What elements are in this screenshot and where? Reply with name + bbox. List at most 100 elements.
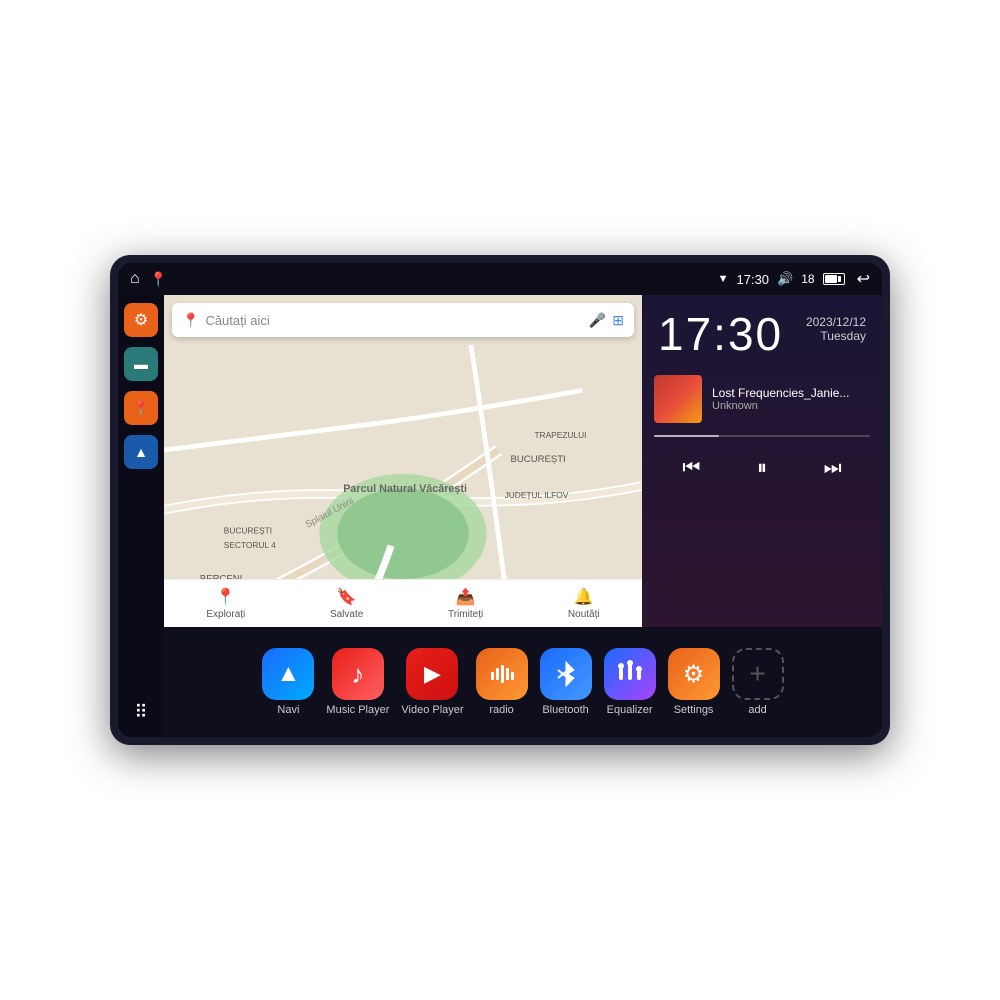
- status-right-info: ▼ 17:30 🔊 18: [718, 269, 870, 289]
- sidebar-maps-button[interactable]: 📍: [124, 391, 158, 425]
- prev-button[interactable]: ⏮: [674, 453, 708, 484]
- battery-icon: [823, 273, 845, 285]
- bluetooth-icon-box: [540, 648, 592, 700]
- main-content: ⚙ ▬ 📍 ▲ ⠿: [118, 295, 882, 737]
- radio-wave-icon: [488, 660, 516, 688]
- pause-button[interactable]: ⏸: [749, 453, 775, 484]
- map-saved-button[interactable]: 🔖 Salvate: [330, 587, 363, 620]
- map-search-placeholder[interactable]: Căutați aici: [205, 313, 582, 328]
- app-bluetooth[interactable]: Bluetooth: [540, 648, 592, 716]
- app-music-player[interactable]: ♪ Music Player: [326, 648, 389, 716]
- car-display-device: ▼ 17:30 🔊 18 ⚙ ▬: [110, 255, 890, 745]
- app-video-player[interactable]: ▶ Video Player: [401, 648, 463, 716]
- saved-icon: 🔖: [337, 587, 357, 607]
- music-title: Lost Frequencies_Janie...: [712, 386, 870, 400]
- settings-icon: ⚙: [134, 310, 148, 330]
- map-news-button[interactable]: 🔔 Noutăți: [568, 587, 600, 620]
- app-navi[interactable]: ▲ Navi: [262, 648, 314, 716]
- map-explore-button[interactable]: 📍 Explorați: [206, 587, 245, 620]
- svg-text:BUCUREȘTI: BUCUREȘTI: [224, 526, 272, 536]
- map-body: Parcul Natural Văcărești BUCUREȘTI JUDEȚ…: [164, 345, 642, 579]
- bluetooth-label: Bluetooth: [542, 704, 588, 716]
- app-radio[interactable]: radio: [476, 648, 528, 716]
- saved-label: Salvate: [330, 609, 363, 620]
- svg-text:TRAPEZULUI: TRAPEZULUI: [534, 430, 586, 440]
- app-settings[interactable]: ⚙ Settings: [668, 648, 720, 716]
- app-equalizer[interactable]: Equalizer: [604, 648, 656, 716]
- map-pin-icon: 📍: [132, 400, 149, 417]
- music-info: Lost Frequencies_Janie... Unknown: [654, 375, 870, 423]
- settings-icon-box: ⚙: [668, 648, 720, 700]
- radio-label: radio: [489, 704, 513, 716]
- music-section: Lost Frequencies_Janie... Unknown ⏮ ⏸ ⏭: [642, 367, 882, 627]
- music-artist: Unknown: [712, 400, 870, 412]
- music-progress-fill: [654, 435, 719, 437]
- sidebar-settings-button[interactable]: ⚙: [124, 303, 158, 337]
- navi-arrow-icon: ▲: [277, 660, 301, 688]
- device-screen: ▼ 17:30 🔊 18 ⚙ ▬: [118, 263, 882, 737]
- apps-grid-icon: ⠿: [134, 703, 147, 721]
- bluetooth-symbol-icon: [554, 660, 578, 688]
- app-add[interactable]: + add: [732, 648, 784, 716]
- svg-text:JUDEȚUL ILFOV: JUDEȚUL ILFOV: [505, 490, 569, 500]
- signal-icon: ▼: [718, 273, 729, 285]
- music-text: Lost Frequencies_Janie... Unknown: [712, 386, 870, 412]
- nav-arrow-icon: ▲: [134, 444, 148, 460]
- clock-time: 17:30: [658, 311, 783, 357]
- svg-text:Parcul Natural Văcărești: Parcul Natural Văcărești: [343, 483, 467, 495]
- sidebar-files-button[interactable]: ▬: [124, 347, 158, 381]
- time-display: 17:30: [737, 272, 770, 287]
- explore-label: Explorați: [206, 609, 245, 620]
- equalizer-icon-box: [604, 648, 656, 700]
- explore-icon: 📍: [216, 587, 236, 607]
- files-icon: ▬: [134, 356, 148, 372]
- settings-label: Settings: [674, 704, 714, 716]
- back-icon[interactable]: [857, 269, 870, 289]
- navi-label: Navi: [277, 704, 299, 716]
- sidebar-apps-button[interactable]: ⠿: [124, 695, 158, 729]
- top-panels: 📍 Căutați aici 🎤 ⊞: [164, 295, 882, 627]
- svg-text:BUCUREȘTI: BUCUREȘTI: [511, 454, 566, 465]
- clock-date-value: 2023/12/12: [806, 315, 866, 329]
- next-button[interactable]: ⏭: [816, 453, 850, 484]
- app-grid-section: ▲ Navi ♪ Music Player ▶: [164, 627, 882, 737]
- music-controls: ⏮ ⏸ ⏭: [654, 449, 870, 488]
- send-label: Trimiteți: [448, 609, 483, 620]
- news-icon: 🔔: [574, 587, 594, 607]
- music-note-icon: ♪: [351, 659, 364, 690]
- center-right-panel: 📍 Căutați aici 🎤 ⊞: [164, 295, 882, 737]
- video-player-icon: ▶: [406, 648, 458, 700]
- add-label: add: [748, 704, 766, 716]
- status-bar: ▼ 17:30 🔊 18: [118, 263, 882, 295]
- app-grid: ▲ Navi ♪ Music Player ▶: [262, 648, 783, 716]
- map-panel[interactable]: 📍 Căutați aici 🎤 ⊞: [164, 295, 642, 627]
- map-send-button[interactable]: 📤 Trimiteți: [448, 587, 483, 620]
- clock-date: 2023/12/12 Tuesday: [806, 311, 866, 343]
- add-icon-box: +: [732, 648, 784, 700]
- volume-icon: 🔊: [777, 271, 793, 287]
- navi-icon: ▲: [262, 648, 314, 700]
- status-left-icons: [130, 270, 167, 288]
- radio-icon-box: [476, 648, 528, 700]
- right-panel: 17:30 2023/12/12 Tuesday: [642, 295, 882, 627]
- gear-icon: ⚙: [683, 660, 705, 689]
- maps-status-icon[interactable]: [150, 271, 167, 288]
- equalizer-bars-icon: [616, 660, 644, 688]
- video-player-label: Video Player: [401, 704, 463, 716]
- equalizer-label: Equalizer: [607, 704, 653, 716]
- mic-icon[interactable]: 🎤: [589, 312, 606, 329]
- sidebar-nav-button[interactable]: ▲: [124, 435, 158, 469]
- music-progress-bar[interactable]: [654, 435, 870, 437]
- battery-tip: [838, 276, 841, 282]
- news-label: Noutăți: [568, 609, 600, 620]
- sidebar: ⚙ ▬ 📍 ▲ ⠿: [118, 295, 164, 737]
- album-art: [654, 375, 702, 423]
- album-art-image: [654, 375, 702, 423]
- layers-icon[interactable]: ⊞: [612, 312, 624, 329]
- music-player-icon: ♪: [332, 648, 384, 700]
- home-icon[interactable]: [130, 270, 140, 288]
- battery-fill: [825, 275, 838, 283]
- svg-text:SECTORUL 4: SECTORUL 4: [224, 540, 276, 550]
- google-maps-pin-icon: 📍: [182, 312, 199, 329]
- map-search-bar[interactable]: 📍 Căutați aici 🎤 ⊞: [172, 303, 634, 337]
